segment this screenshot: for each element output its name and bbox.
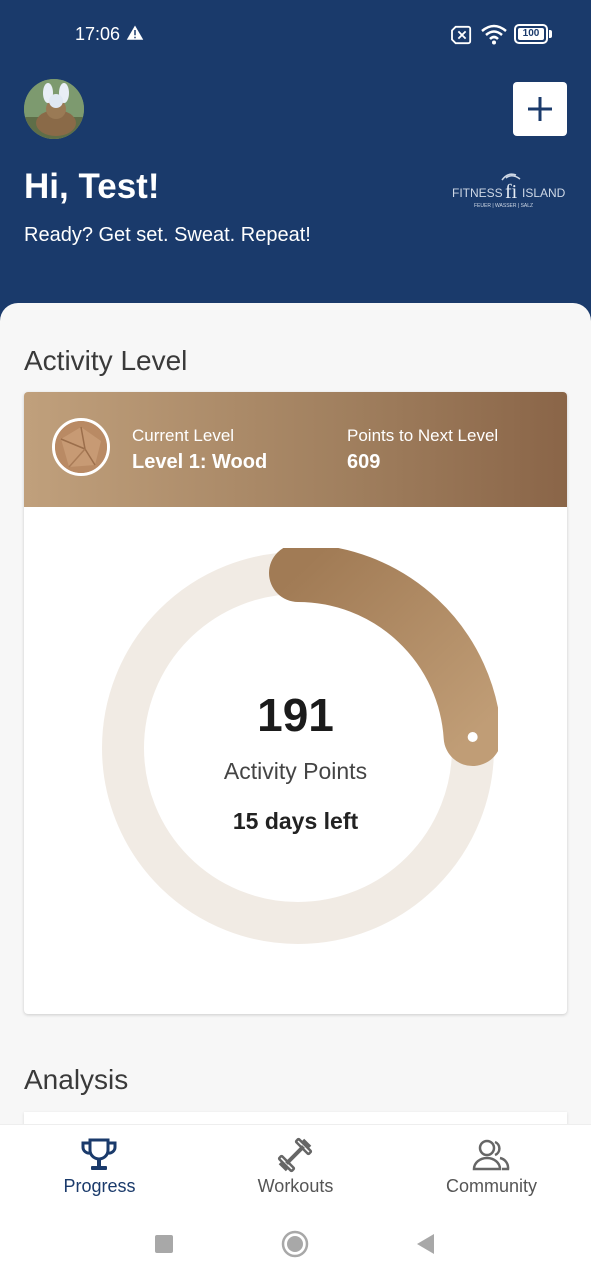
activity-level-title: Activity Level xyxy=(24,345,188,376)
analysis-title: Analysis xyxy=(24,1064,129,1095)
svg-text:fi: fi xyxy=(505,181,518,203)
nav-community[interactable]: Community xyxy=(393,1125,590,1211)
status-bar: 17:06 100 xyxy=(0,0,591,68)
svg-text:FITNESS: FITNESS xyxy=(452,186,503,200)
app-screen: 17:06 100 Hi, Test! Ready? Get set. Swea… xyxy=(0,0,591,1280)
recent-apps-icon[interactable] xyxy=(154,1234,174,1254)
next-level-value: 609 xyxy=(347,451,381,473)
nav-label-workouts: Workouts xyxy=(257,1176,334,1196)
tagline: Ready? Get set. Sweat. Repeat! xyxy=(24,224,311,246)
wifi-icon xyxy=(481,24,507,45)
activity-progress-ring xyxy=(102,548,498,944)
nav-workouts[interactable]: Workouts xyxy=(197,1125,394,1211)
header: 17:06 100 Hi, Test! Ready? Get set. Swea… xyxy=(0,0,591,330)
nav-label-progress: Progress xyxy=(63,1176,136,1196)
no-sim-icon xyxy=(451,25,472,45)
current-level-label: Current Level xyxy=(132,426,235,445)
avatar[interactable] xyxy=(24,79,84,139)
nav-label-community: Community xyxy=(445,1176,538,1196)
svg-text:FEUER | WASSER | SALZ: FEUER | WASSER | SALZ xyxy=(474,203,533,209)
greeting: Hi, Test! xyxy=(24,167,160,206)
activity-points-label: Activity Points xyxy=(223,758,368,784)
add-button[interactable] xyxy=(513,82,567,136)
plus-icon xyxy=(528,97,552,121)
warning-icon xyxy=(126,25,144,40)
dumbbell-icon xyxy=(277,1137,313,1173)
activity-level-card: Current Level Level 1: Wood Points to Ne… xyxy=(24,392,567,1014)
days-left: 15 days left xyxy=(232,808,359,834)
wood-badge-icon xyxy=(52,418,110,476)
current-level-value: Level 1: Wood xyxy=(132,451,268,473)
home-icon[interactable] xyxy=(281,1230,309,1258)
svg-text:ISLAND: ISLAND xyxy=(522,186,566,200)
back-icon[interactable] xyxy=(414,1232,436,1256)
next-level-label: Points to Next Level xyxy=(347,426,499,445)
battery-icon: 100 xyxy=(514,24,552,44)
users-icon xyxy=(472,1139,510,1171)
activity-points-value: 191 xyxy=(257,689,334,741)
nav-progress[interactable]: Progress xyxy=(1,1125,198,1211)
level-banner: Current Level Level 1: Wood Points to Ne… xyxy=(24,392,567,507)
battery-level: 100 xyxy=(518,28,544,40)
trophy-icon xyxy=(81,1138,117,1170)
bottom-nav: Progress Workouts Community xyxy=(0,1124,591,1210)
brand-logo: FITNESS fi ISLAND FEUER | WASSER | SALZ xyxy=(450,170,570,210)
system-nav-bar xyxy=(0,1210,591,1280)
status-time: 17:06 xyxy=(75,24,121,44)
